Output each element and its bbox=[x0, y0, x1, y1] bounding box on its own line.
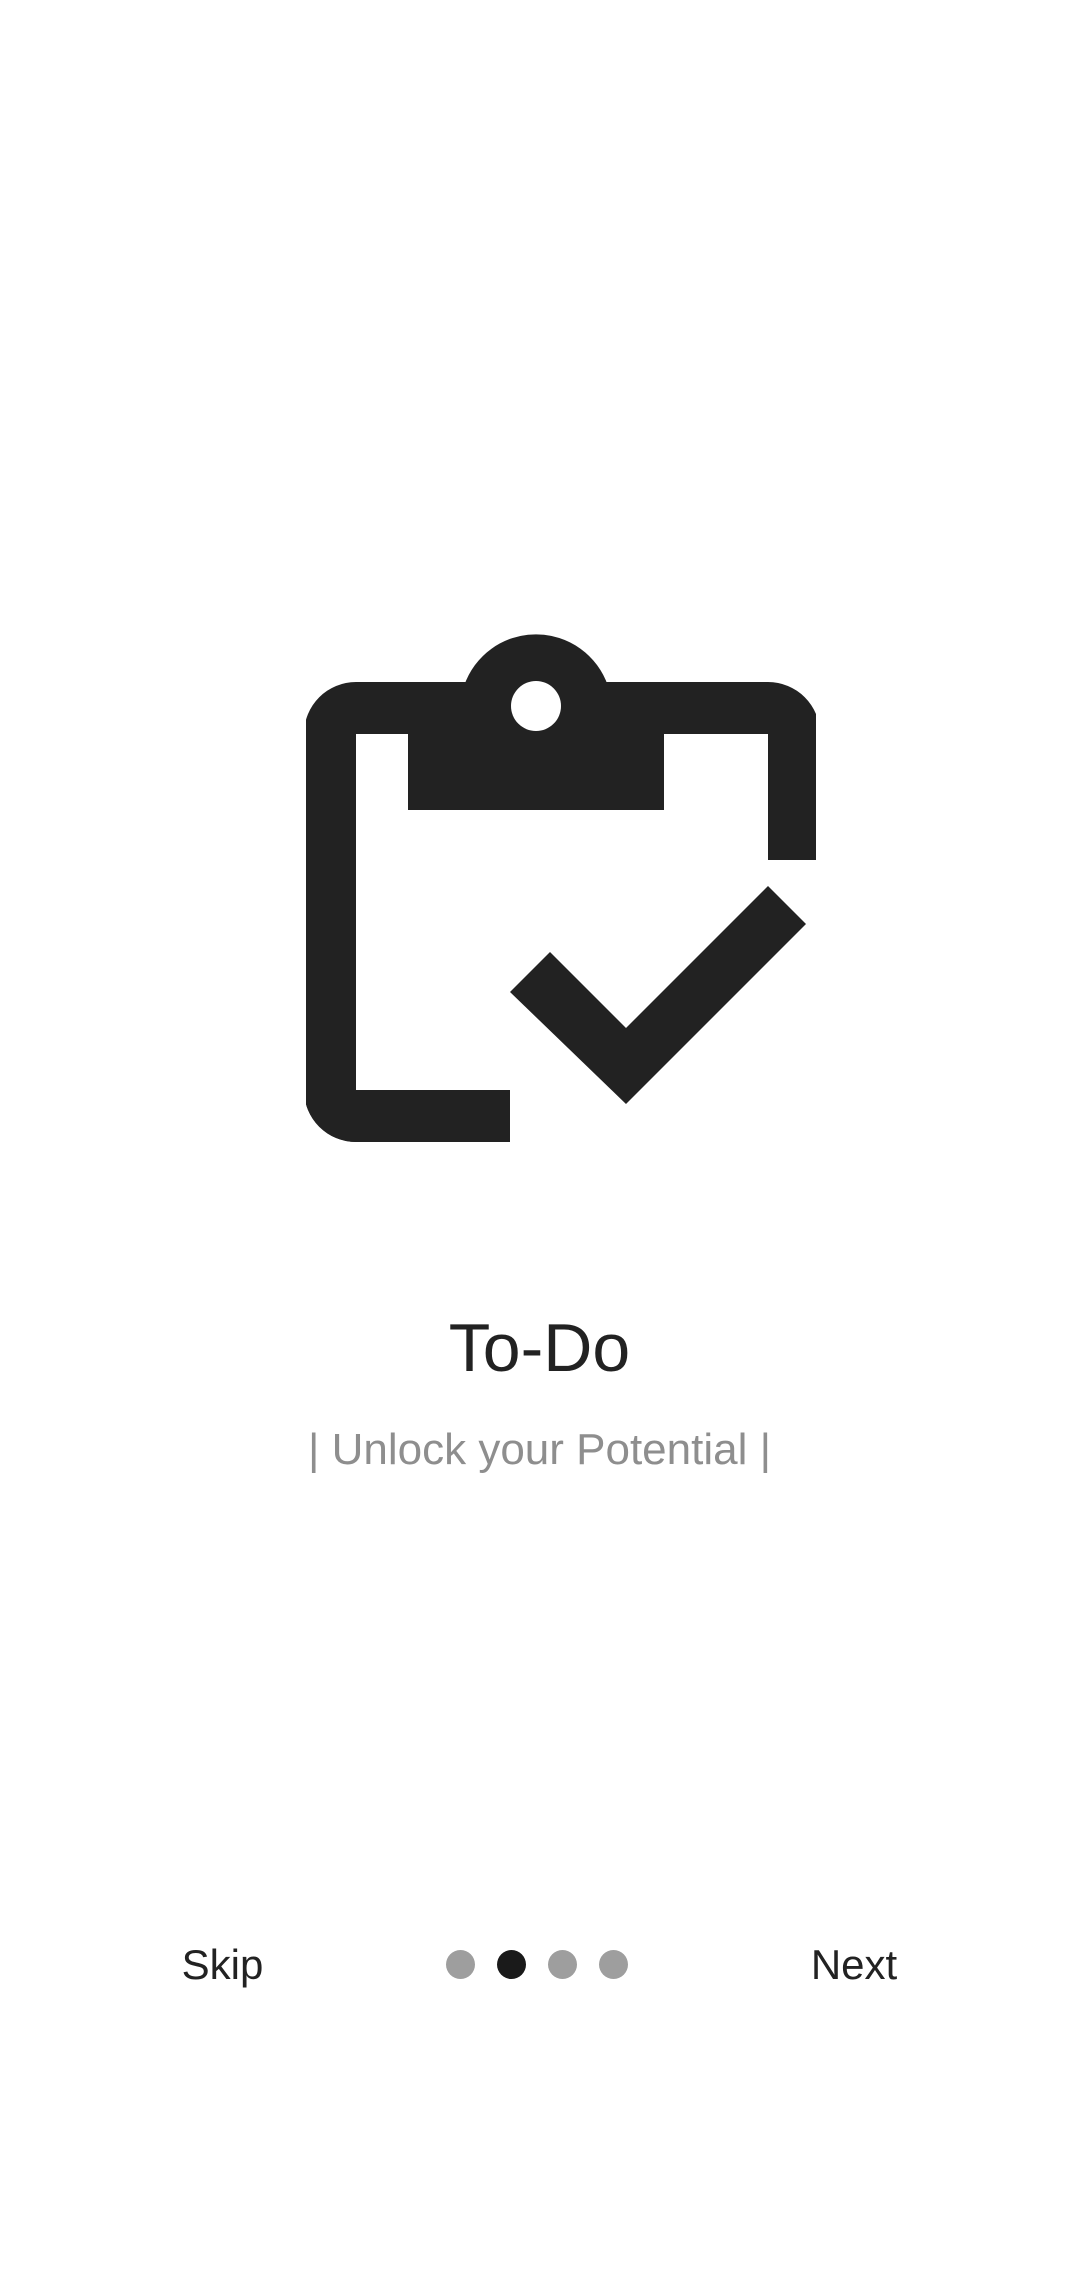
next-button[interactable]: Next bbox=[794, 1930, 914, 2000]
app-tagline: | Unlock your Potential | bbox=[307, 1425, 772, 1474]
page-dot-1[interactable] bbox=[446, 1950, 475, 1979]
clipboard-check-icon bbox=[306, 630, 816, 1150]
page-dot-4[interactable] bbox=[599, 1950, 628, 1979]
page-dot-2-active[interactable] bbox=[497, 1950, 526, 1979]
page-indicator bbox=[446, 1950, 628, 1980]
skip-button[interactable]: Skip bbox=[160, 1930, 285, 2000]
onboarding-navigation: Skip Next bbox=[0, 1930, 1079, 2000]
app-title: To-Do bbox=[448, 1310, 631, 1386]
page-dot-3[interactable] bbox=[548, 1950, 577, 1979]
